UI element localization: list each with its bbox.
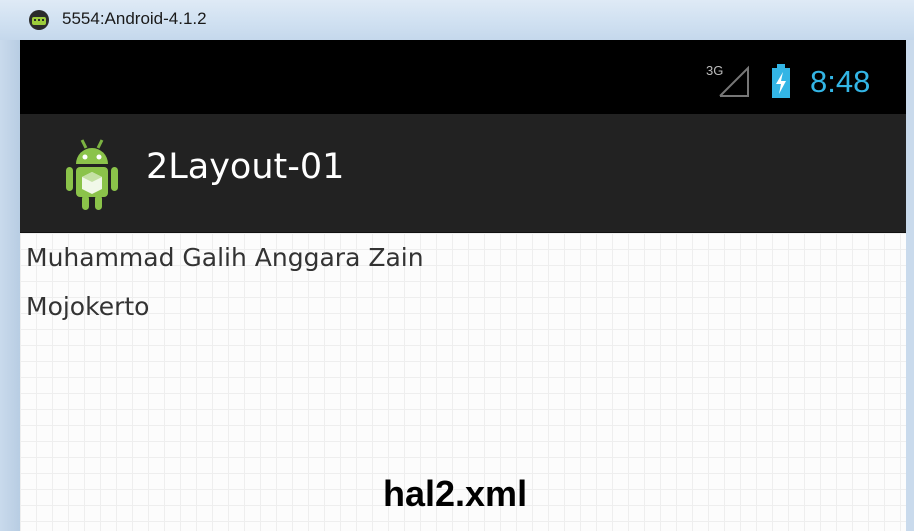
app-title: 2Layout-01 bbox=[146, 147, 345, 187]
name-text: Muhammad Galih Anggara Zain bbox=[26, 243, 424, 272]
window-title: 5554:Android-4.1.2 bbox=[62, 9, 207, 28]
signal-icon: 3G bbox=[706, 63, 749, 97]
window-titlebar[interactable]: 5554:Android-4.1.2 bbox=[0, 0, 914, 41]
android-robot-icon[interactable] bbox=[64, 134, 120, 212]
action-bar: 2Layout-01 bbox=[20, 114, 906, 235]
status-clock: 8:48 bbox=[810, 64, 871, 99]
city-text: Mojokerto bbox=[26, 292, 150, 321]
file-caption: hal2.xml bbox=[383, 473, 528, 514]
network-type-label: 3G bbox=[706, 63, 723, 78]
window-frame-right bbox=[906, 40, 914, 531]
status-bar: 3G 8:48 bbox=[20, 40, 906, 114]
emulator-icon bbox=[29, 10, 49, 30]
battery-icon bbox=[772, 64, 790, 98]
window-frame-left bbox=[0, 40, 20, 531]
device-screen: 3G 8:48 2Layout-01 Muhammad Galih Anggar… bbox=[20, 40, 906, 531]
